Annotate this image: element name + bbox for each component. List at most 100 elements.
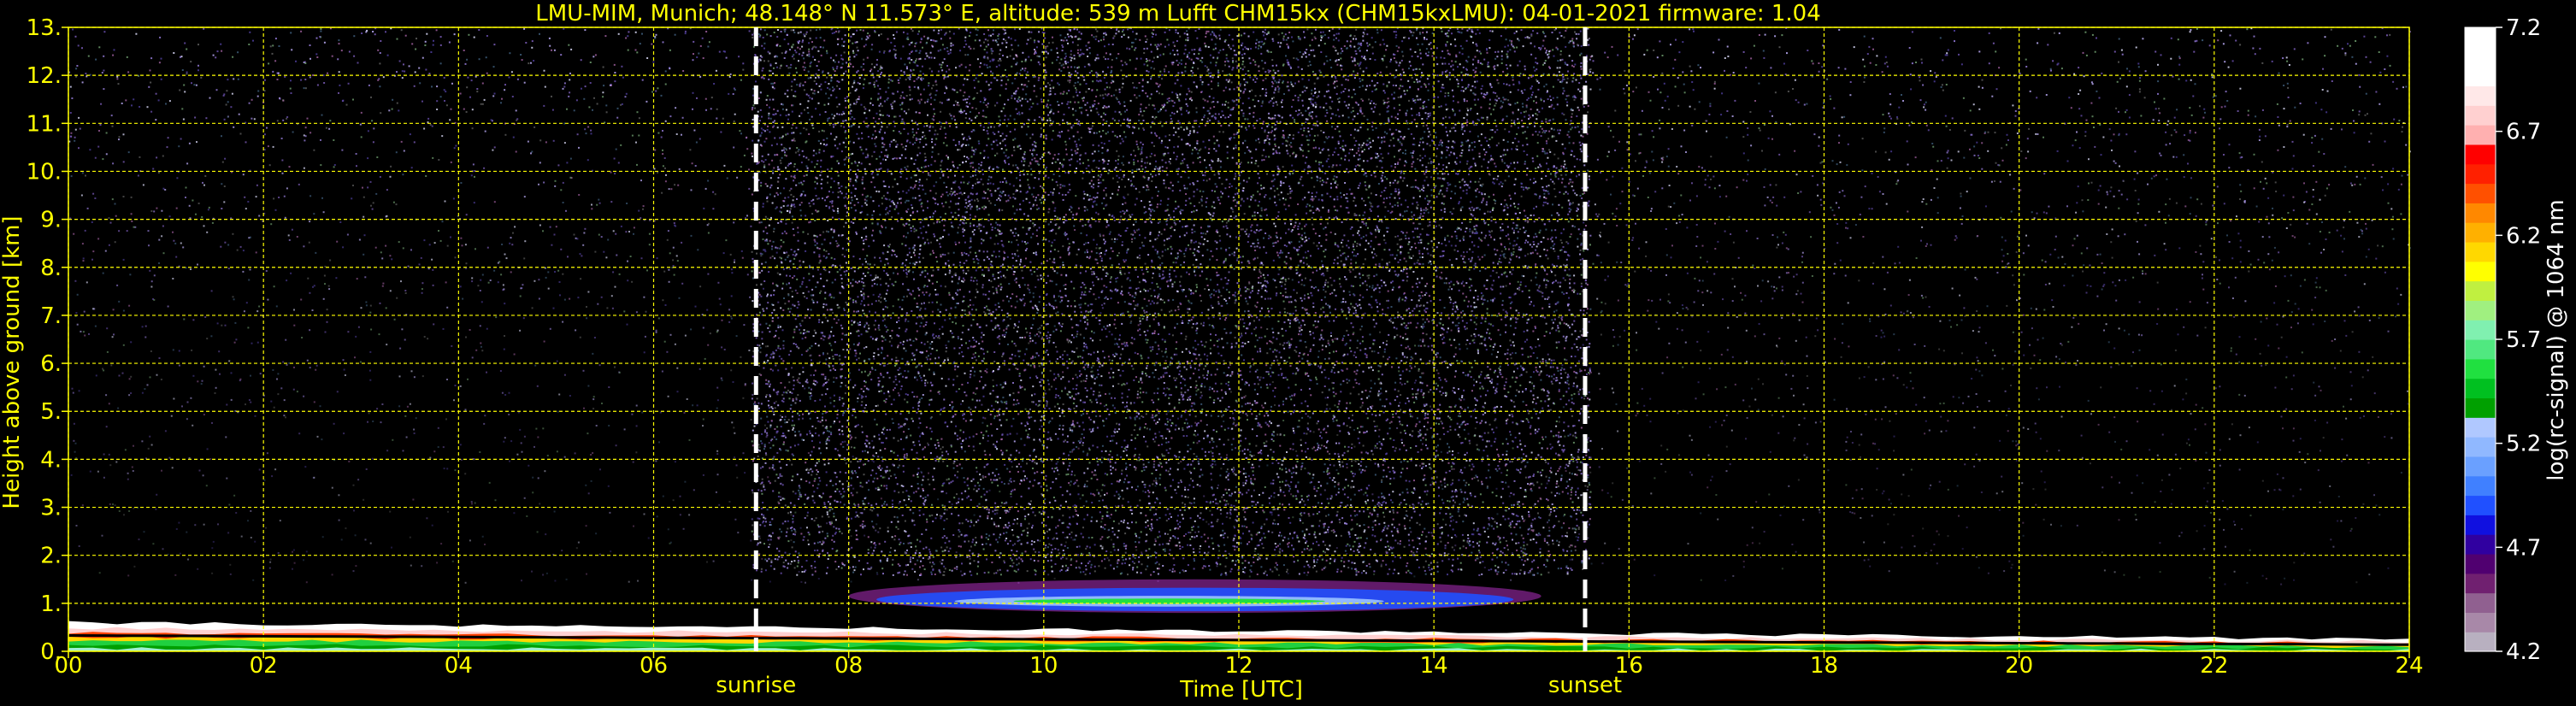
noise-point bbox=[1925, 109, 1927, 111]
noise-point bbox=[1618, 140, 1620, 143]
noise-point bbox=[629, 256, 632, 257]
noise-point bbox=[216, 50, 219, 53]
noise-point bbox=[274, 209, 277, 211]
noise-point bbox=[1925, 552, 1928, 554]
noise-point bbox=[343, 368, 345, 371]
noise-point bbox=[1501, 158, 1503, 161]
noise-point bbox=[1708, 114, 1711, 115]
noise-point bbox=[1374, 41, 1376, 44]
noise-point bbox=[2041, 259, 2043, 262]
noise-point bbox=[692, 108, 693, 110]
noise-point bbox=[2042, 337, 2044, 339]
noise-point bbox=[718, 297, 721, 300]
noise-point bbox=[2091, 33, 2094, 36]
noise-point bbox=[882, 376, 885, 379]
noise-point bbox=[1793, 275, 1795, 278]
noise-point bbox=[1569, 558, 1571, 561]
noise-point bbox=[467, 378, 469, 380]
noise-point bbox=[960, 403, 962, 405]
noise-point bbox=[1304, 324, 1306, 327]
noise-point bbox=[1724, 386, 1727, 389]
noise-point bbox=[2283, 146, 2285, 148]
noise-point bbox=[1925, 420, 1927, 422]
noise-point bbox=[1604, 303, 1606, 305]
noise-point bbox=[459, 285, 462, 288]
noise-point bbox=[191, 82, 192, 85]
noise-point bbox=[1183, 32, 1186, 35]
noise-point bbox=[2355, 40, 2357, 42]
noise-point bbox=[1975, 368, 1978, 371]
noise-point bbox=[1758, 127, 1760, 130]
noise-point bbox=[1855, 489, 1858, 491]
noise-point bbox=[1235, 98, 1238, 101]
noise-point bbox=[639, 43, 641, 45]
noise-point bbox=[1255, 42, 1258, 44]
noise-point bbox=[1138, 254, 1141, 256]
noise-point bbox=[210, 335, 213, 338]
noise-point bbox=[1776, 204, 1778, 207]
noise-point bbox=[1412, 138, 1415, 140]
noise-point bbox=[954, 211, 957, 214]
noise-point bbox=[1636, 412, 1639, 415]
noise-point bbox=[2075, 211, 2078, 214]
noise-point bbox=[446, 244, 449, 247]
noise-point bbox=[1501, 182, 1504, 185]
noise-point bbox=[1774, 35, 1777, 38]
noise-point bbox=[796, 84, 799, 86]
noise-point bbox=[1784, 233, 1787, 236]
noise-point bbox=[1639, 151, 1642, 154]
noise-point bbox=[309, 76, 311, 79]
noise-point bbox=[425, 68, 427, 71]
noise-point bbox=[946, 509, 948, 511]
noise-point bbox=[988, 309, 991, 312]
noise-point bbox=[1778, 46, 1781, 49]
noise-point bbox=[738, 56, 740, 58]
noise-point bbox=[2400, 293, 2402, 296]
noise-point bbox=[2115, 107, 2118, 109]
noise-point bbox=[725, 239, 728, 242]
noise-point bbox=[2025, 157, 2027, 160]
noise-point bbox=[1500, 50, 1503, 53]
noise-point bbox=[1527, 253, 1530, 256]
noise-point bbox=[291, 228, 293, 231]
noise-point bbox=[2273, 246, 2276, 249]
noise-point bbox=[1666, 95, 1669, 97]
noise-point bbox=[1606, 491, 1609, 494]
noise-point bbox=[913, 85, 916, 88]
noise-point bbox=[1441, 62, 1444, 65]
noise-point bbox=[1073, 57, 1076, 60]
noise-point bbox=[1339, 250, 1341, 252]
noise-point bbox=[150, 285, 153, 288]
noise-point bbox=[567, 256, 569, 258]
noise-point bbox=[2113, 195, 2115, 197]
noise-point bbox=[730, 369, 733, 372]
noise-point bbox=[895, 384, 898, 386]
noise-point bbox=[569, 395, 571, 397]
noise-point bbox=[971, 146, 974, 149]
noise-point bbox=[1600, 301, 1603, 303]
noise-point bbox=[327, 72, 328, 74]
noise-point bbox=[481, 350, 484, 352]
noise-point bbox=[1717, 240, 1719, 243]
noise-point bbox=[2282, 315, 2284, 318]
noise-point bbox=[471, 503, 473, 505]
noise-point bbox=[1240, 268, 1242, 270]
noise-point bbox=[277, 72, 280, 74]
noise-point bbox=[1971, 133, 1973, 136]
noise-point bbox=[446, 468, 449, 470]
noise-point bbox=[934, 357, 936, 360]
noise-point bbox=[1717, 518, 1719, 521]
noise-point bbox=[2283, 194, 2285, 197]
noise-point bbox=[2205, 223, 2208, 226]
noise-point bbox=[1731, 356, 1734, 358]
noise-point bbox=[1845, 484, 1848, 486]
noise-point bbox=[2293, 48, 2296, 50]
noise-point bbox=[563, 27, 565, 30]
noise-point bbox=[2108, 128, 2111, 131]
noise-point bbox=[1253, 550, 1256, 552]
noise-point bbox=[1184, 391, 1187, 394]
noise-point bbox=[1317, 350, 1320, 352]
noise-point bbox=[2084, 31, 2087, 33]
noise-point bbox=[1029, 98, 1032, 101]
noise-point bbox=[2293, 562, 2296, 564]
